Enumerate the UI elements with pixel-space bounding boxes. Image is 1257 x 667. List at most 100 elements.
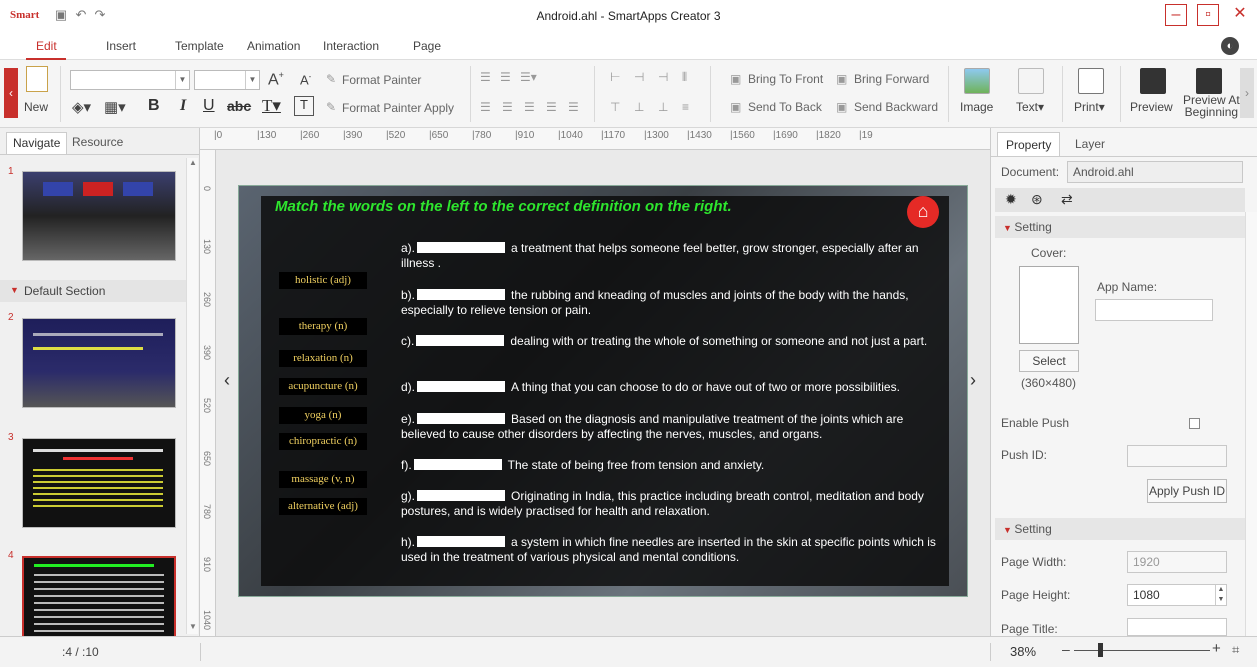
font-size-select[interactable]: ▼ [194, 70, 260, 90]
tab-resource[interactable]: Resource [66, 132, 129, 154]
ribbon-scroll-left-button[interactable]: ‹ [4, 68, 18, 118]
align-obj-bottom-icon[interactable]: ⊥ [658, 100, 668, 114]
tab-navigate[interactable]: Navigate [6, 132, 68, 154]
definition-row[interactable]: e). Based on the diagnosis and manipulati… [401, 412, 946, 442]
answer-blank[interactable] [417, 536, 506, 548]
home-icon[interactable]: ⌂ [907, 196, 939, 228]
apply-push-id-button[interactable]: Apply Push ID [1147, 479, 1227, 503]
preview-button[interactable]: Preview [1130, 100, 1173, 114]
maximize-button[interactable]: ▫ [1197, 4, 1219, 26]
menu-insert[interactable]: Insert [106, 39, 136, 53]
preview-at-beginning-button[interactable]: Preview At Beginning [1183, 94, 1240, 118]
definition-row[interactable]: a). a treatment that helps someone feel b… [401, 241, 946, 271]
answer-blank[interactable] [416, 335, 505, 347]
list-bullets-icon[interactable]: ☰ [480, 100, 491, 114]
close-button[interactable]: ✕ [1229, 4, 1251, 26]
answer-blank[interactable] [417, 381, 506, 393]
align-left-icon[interactable]: ☰ [502, 100, 513, 114]
bring-to-front-button[interactable]: Bring To Front [748, 72, 823, 86]
answer-blank[interactable] [417, 289, 506, 301]
print-button[interactable]: Print▾ [1074, 100, 1105, 114]
scroll-up-icon[interactable]: ▲ [188, 158, 198, 170]
word-box[interactable]: therapy (n) [279, 318, 367, 335]
zoom-slider[interactable] [1074, 650, 1210, 651]
page-thumbnail-3[interactable] [22, 438, 176, 528]
answer-blank[interactable] [413, 459, 502, 471]
format-painter-button[interactable]: Format Painter [342, 73, 421, 87]
word-box[interactable]: holistic (adj) [279, 272, 367, 289]
definition-row[interactable]: c). dealing with or treating the whole of… [401, 334, 946, 349]
font-family-select[interactable]: ▼ [70, 70, 190, 90]
gear-icon[interactable]: ✹ [1005, 191, 1017, 208]
definition-row[interactable]: g). Originating in India, this practice i… [401, 489, 946, 519]
account-icon[interactable]: ◐ [1221, 37, 1239, 55]
fit-screen-icon[interactable]: ⌗ [1232, 642, 1239, 658]
word-box[interactable]: relaxation (n) [279, 350, 367, 367]
transfer-icon[interactable]: ⇄ [1061, 191, 1073, 208]
property-scrollbar[interactable] [1245, 212, 1257, 636]
section-header[interactable]: ▼ Default Section [0, 280, 186, 302]
tab-property[interactable]: Property [997, 132, 1061, 156]
align-obj-right-icon[interactable]: ⊣ [658, 70, 668, 84]
minimize-button[interactable]: – [1165, 4, 1187, 26]
align-obj-center-icon[interactable]: ⊣ [634, 70, 644, 84]
answer-blank[interactable] [417, 490, 506, 502]
tab-layer[interactable]: Layer [1065, 132, 1115, 156]
word-box[interactable]: alternative (adj) [279, 498, 367, 515]
align-right-icon[interactable]: ☰ [546, 100, 557, 114]
align-obj-middle-icon[interactable]: ⊥ [634, 100, 644, 114]
slide-canvas[interactable]: Match the words on the left to the corre… [238, 185, 968, 597]
distribute-h-icon[interactable]: ⫴ [682, 70, 687, 85]
indent-increase-icon[interactable]: ☰ [500, 70, 511, 84]
image-button[interactable]: Image [960, 100, 993, 114]
text-button[interactable]: Text▾ [1016, 100, 1044, 114]
line-spacing-icon[interactable]: ☰▾ [520, 70, 537, 84]
word-box[interactable]: massage (v, n) [279, 471, 367, 488]
page-thumbnail-2[interactable] [22, 318, 176, 408]
definition-row[interactable]: b). the rubbing and kneading of muscles a… [401, 288, 946, 318]
bold-button[interactable]: B [148, 97, 160, 115]
page-thumbnail-1[interactable] [22, 171, 176, 261]
thumbnail-scrollbar[interactable]: ▲ ▼ [186, 158, 198, 634]
settings-icon[interactable]: ⊛ [1031, 191, 1043, 208]
definition-row[interactable]: h). a system in which fine needles are in… [401, 535, 946, 565]
align-obj-left-icon[interactable]: ⊢ [610, 70, 620, 84]
previous-page-arrow[interactable]: ‹ [224, 370, 230, 391]
page-width-input[interactable]: 1920 [1127, 551, 1227, 573]
highlight-icon[interactable]: ▦▾ [104, 98, 126, 116]
menu-animation[interactable]: Animation [247, 39, 300, 53]
menu-interaction[interactable]: Interaction [323, 39, 379, 53]
align-obj-top-icon[interactable]: ⊤ [610, 100, 620, 114]
underline-button[interactable]: U [203, 97, 215, 115]
select-cover-button[interactable]: Select [1019, 350, 1079, 372]
cover-image-box[interactable] [1019, 266, 1079, 344]
zoom-slider-handle[interactable] [1098, 643, 1103, 657]
zoom-in-icon[interactable]: + [1212, 640, 1221, 657]
answer-blank[interactable] [417, 242, 506, 254]
strikethrough-button[interactable]: abc [227, 98, 251, 114]
scroll-down-icon[interactable]: ▼ [188, 622, 198, 634]
decrease-font-icon[interactable]: A- [300, 72, 311, 87]
page-height-input[interactable]: 1080 [1127, 584, 1227, 606]
ribbon-scroll-right-button[interactable]: › [1240, 68, 1254, 118]
enable-push-checkbox[interactable] [1189, 418, 1200, 429]
new-button[interactable]: New [24, 100, 48, 114]
setting-section-header[interactable]: ▼ Setting [995, 216, 1245, 238]
menu-edit[interactable]: Edit [36, 39, 57, 53]
italic-button[interactable]: I [180, 97, 186, 115]
slide-title[interactable]: Match the words on the left to the corre… [275, 198, 732, 215]
word-box[interactable]: yoga (n) [279, 407, 367, 424]
page-thumbnail-4-selected[interactable] [22, 556, 176, 646]
distribute-v-icon[interactable]: ≡ [682, 100, 689, 114]
word-box[interactable]: chiropractic (n) [279, 433, 367, 450]
word-box[interactable]: acupuncture (n) [279, 378, 367, 395]
zoom-out-icon[interactable]: – [1062, 641, 1070, 657]
align-center-icon[interactable]: ☰ [524, 100, 535, 114]
page-title-input[interactable] [1127, 618, 1227, 636]
page-height-stepper[interactable]: ▲ ▼ [1215, 585, 1226, 605]
indent-decrease-icon[interactable]: ☰ [480, 70, 491, 84]
next-page-arrow[interactable]: › [970, 370, 976, 391]
bring-forward-button[interactable]: Bring Forward [854, 72, 929, 86]
app-name-input[interactable] [1095, 299, 1213, 321]
definition-row[interactable]: f). The state of being free from tension … [401, 458, 946, 473]
